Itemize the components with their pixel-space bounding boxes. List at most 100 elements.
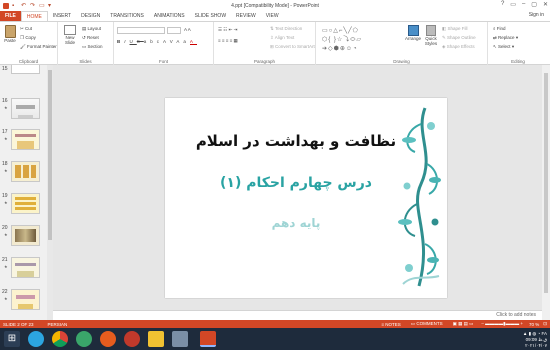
tab-design[interactable]: DESIGN [76, 11, 105, 21]
help-button[interactable]: ? [501, 1, 504, 8]
notes-icon: ≡ [381, 321, 385, 327]
align-text-button[interactable]: ⇳ Align Text [270, 35, 294, 41]
chrome-icon[interactable] [52, 331, 68, 347]
paste-button[interactable]: Paste [3, 25, 17, 43]
tab-home[interactable]: HOME [20, 11, 48, 21]
alignment-buttons[interactable]: ≡ ≡ ≡ ≡ ▦ [218, 38, 238, 44]
animation-star-icon: ★ [4, 136, 8, 141]
zoom-slider[interactable]: – ▬▬▬▬▮▬▬▬ + [481, 321, 523, 327]
slide-grade-text[interactable]: پایه دهم [165, 216, 427, 230]
shape-effects-button[interactable]: ◈ Shape Effects [442, 44, 475, 50]
view-buttons[interactable]: ▣ ▦ ▤ ▭ [453, 321, 474, 327]
section-button[interactable]: ▭ Section [82, 44, 103, 50]
start-button-icon[interactable]: ⊞ [4, 331, 20, 347]
shape-fill-button[interactable]: ◧ Shape Fill [442, 26, 468, 32]
notes-pane[interactable]: Click to add notes [53, 310, 542, 320]
system-tray: ▲ ▮ ◍ ◔ FA 09:09 ق.ظ ۲۰۲۱/۰۴/۰۷ [523, 331, 547, 349]
slide-scrollbar[interactable] [542, 65, 550, 320]
firefox-icon[interactable] [100, 331, 116, 347]
thumbnails-scroll-thumb[interactable] [48, 70, 52, 240]
copy-button[interactable]: ❐ Copy [20, 35, 36, 41]
slide-edit-area: نظافت و بهداشت در اسلام درس چهارم احکام … [53, 65, 542, 310]
font-name-combobox[interactable] [117, 27, 165, 34]
media-app-icon[interactable] [76, 331, 92, 347]
file-explorer-icon[interactable] [148, 331, 164, 347]
tab-transitions[interactable]: TRANSITIONS [105, 11, 149, 21]
thumbnail-slide-17[interactable]: 17 ★ [2, 129, 45, 152]
tray-icons[interactable]: ▲ ▮ ◍ ◔ [523, 331, 540, 336]
tab-view[interactable]: VIEW [261, 11, 284, 21]
convert-smartart-button[interactable]: ⊞ Convert to SmartArt [270, 44, 315, 50]
slide-thumbnails-pane: 15 16 ★ 17 ★ 18 ★ 19 ★ 20 ★ 21 ★ 22 ★ [0, 65, 47, 320]
fit-to-window-icon[interactable]: ⊡ [543, 321, 547, 327]
shape-outline-button[interactable]: ✎ Shape Outline [442, 35, 476, 41]
drawing-label: Drawing [393, 59, 410, 64]
text-direction-button[interactable]: ⇅ Text Direction [270, 26, 302, 32]
find-button[interactable]: ⌕ Find [493, 26, 506, 31]
powerpoint-window: ▪ ↶ ↷ ▭ ▾ 4.ppt [Compatibility Mode] - P… [0, 0, 550, 350]
editing-label: Editing [511, 59, 525, 64]
animation-star-icon: ★ [4, 296, 8, 301]
character-spacing-button[interactable]: AV [163, 39, 176, 44]
tab-insert[interactable]: INSERT [48, 11, 76, 21]
font-format-buttons: BIUSabcAVAaA [117, 39, 197, 45]
select-icon: ↖ [493, 44, 497, 49]
tab-slide-show[interactable]: SLIDE SHOW [190, 11, 231, 21]
clock-date[interactable]: ۲۰۲۱/۰۴/۰۷ [523, 343, 547, 349]
quick-styles-button[interactable]: Quick Styles [424, 25, 438, 46]
app-icon[interactable] [172, 331, 188, 347]
close-button[interactable]: ✕ [543, 1, 548, 8]
comments-icon: ▭ [410, 321, 416, 326]
format-painter-button[interactable]: 🖌 Format Painter [20, 44, 57, 50]
floral-ornament [398, 107, 441, 287]
title-bar: ▪ ↶ ↷ ▭ ▾ 4.ppt [Compatibility Mode] - P… [0, 0, 550, 11]
thumbnail-slide-22[interactable]: 22 ★ [2, 289, 45, 312]
reset-icon: ↺ [82, 35, 86, 40]
bullets-buttons[interactable]: ☰ ☷ ⇤ ⇥ [218, 27, 237, 33]
thumbnail-slide-20[interactable]: 20 ★ [2, 225, 45, 248]
cut-button[interactable]: ✂ Cut [20, 26, 32, 32]
strikethrough-button[interactable]: S [137, 39, 144, 44]
sign-in-link[interactable]: Sign in [529, 12, 544, 18]
new-slide-button[interactable]: New Slide [62, 25, 78, 45]
current-slide[interactable]: نظافت و بهداشت در اسلام درس چهارم احکام … [165, 98, 447, 298]
reset-button[interactable]: ↺ Reset [82, 35, 99, 41]
text-shadow-button[interactable]: abc [144, 39, 163, 44]
arrange-button[interactable]: Arrange [404, 25, 422, 41]
language-status[interactable]: PERSIAN [48, 322, 68, 327]
tab-animations[interactable]: ANIMATIONS [149, 11, 190, 21]
layout-button[interactable]: ▤ Layout [82, 26, 101, 32]
font-size-combobox[interactable] [167, 27, 181, 34]
clipboard-group: Paste ✂ Cut ❐ Copy 🖌 Format Painter Clip… [0, 22, 58, 65]
maximize-button[interactable]: ▢ [531, 1, 537, 8]
slide-subtitle[interactable]: درس چهارم احکام (۱) [165, 175, 427, 191]
font-color-button[interactable]: A [189, 39, 197, 45]
comments-toggle-button[interactable]: ▭ COMMENTS [411, 321, 443, 327]
replace-button[interactable]: ⇄ Replace ▾ [493, 35, 518, 41]
thumbnail-slide-15[interactable]: 15 [2, 65, 45, 87]
zoom-level[interactable]: 70 % [529, 322, 539, 327]
minimize-button[interactable]: – [522, 1, 525, 8]
underline-button[interactable]: U [130, 39, 137, 44]
thumbnail-slide-21[interactable]: 21 ★ [2, 257, 45, 280]
tab-file[interactable]: FILE [0, 11, 21, 21]
select-button[interactable]: ↖ Select ▾ [493, 44, 514, 50]
thumbnail-slide-16[interactable]: 16 ★ [2, 98, 45, 121]
thumbnail-slide-18[interactable]: 18 ★ [2, 161, 45, 184]
slide-scroll-thumb[interactable] [544, 73, 548, 293]
notes-toggle-button[interactable]: ≡ NOTES [381, 322, 400, 327]
section-icon: ▭ [82, 44, 87, 49]
ribbon-display-options-button[interactable]: ▭ [510, 1, 516, 8]
font-grow-shrink-buttons[interactable]: A A [184, 27, 191, 32]
input-language[interactable]: FA [541, 331, 547, 336]
shapes-gallery[interactable]: ▭○△⌐╲╱⬠ ⬡{ }☆⤵⬭▱ ➔◇⬢⊕☺◔ [322, 27, 400, 53]
find-icon: ⌕ [493, 26, 496, 31]
slide-title[interactable]: نظافت و بهداشت در اسلام [165, 132, 427, 150]
layout-icon: ▤ [82, 26, 87, 31]
telegram-icon[interactable] [28, 331, 44, 347]
thumbnail-slide-19[interactable]: 19 ★ [2, 193, 45, 216]
change-case-button[interactable]: Aa [176, 39, 190, 44]
powerpoint-taskbar-icon[interactable] [200, 331, 216, 347]
tab-review[interactable]: REVIEW [231, 11, 261, 21]
opera-icon[interactable] [124, 331, 140, 347]
